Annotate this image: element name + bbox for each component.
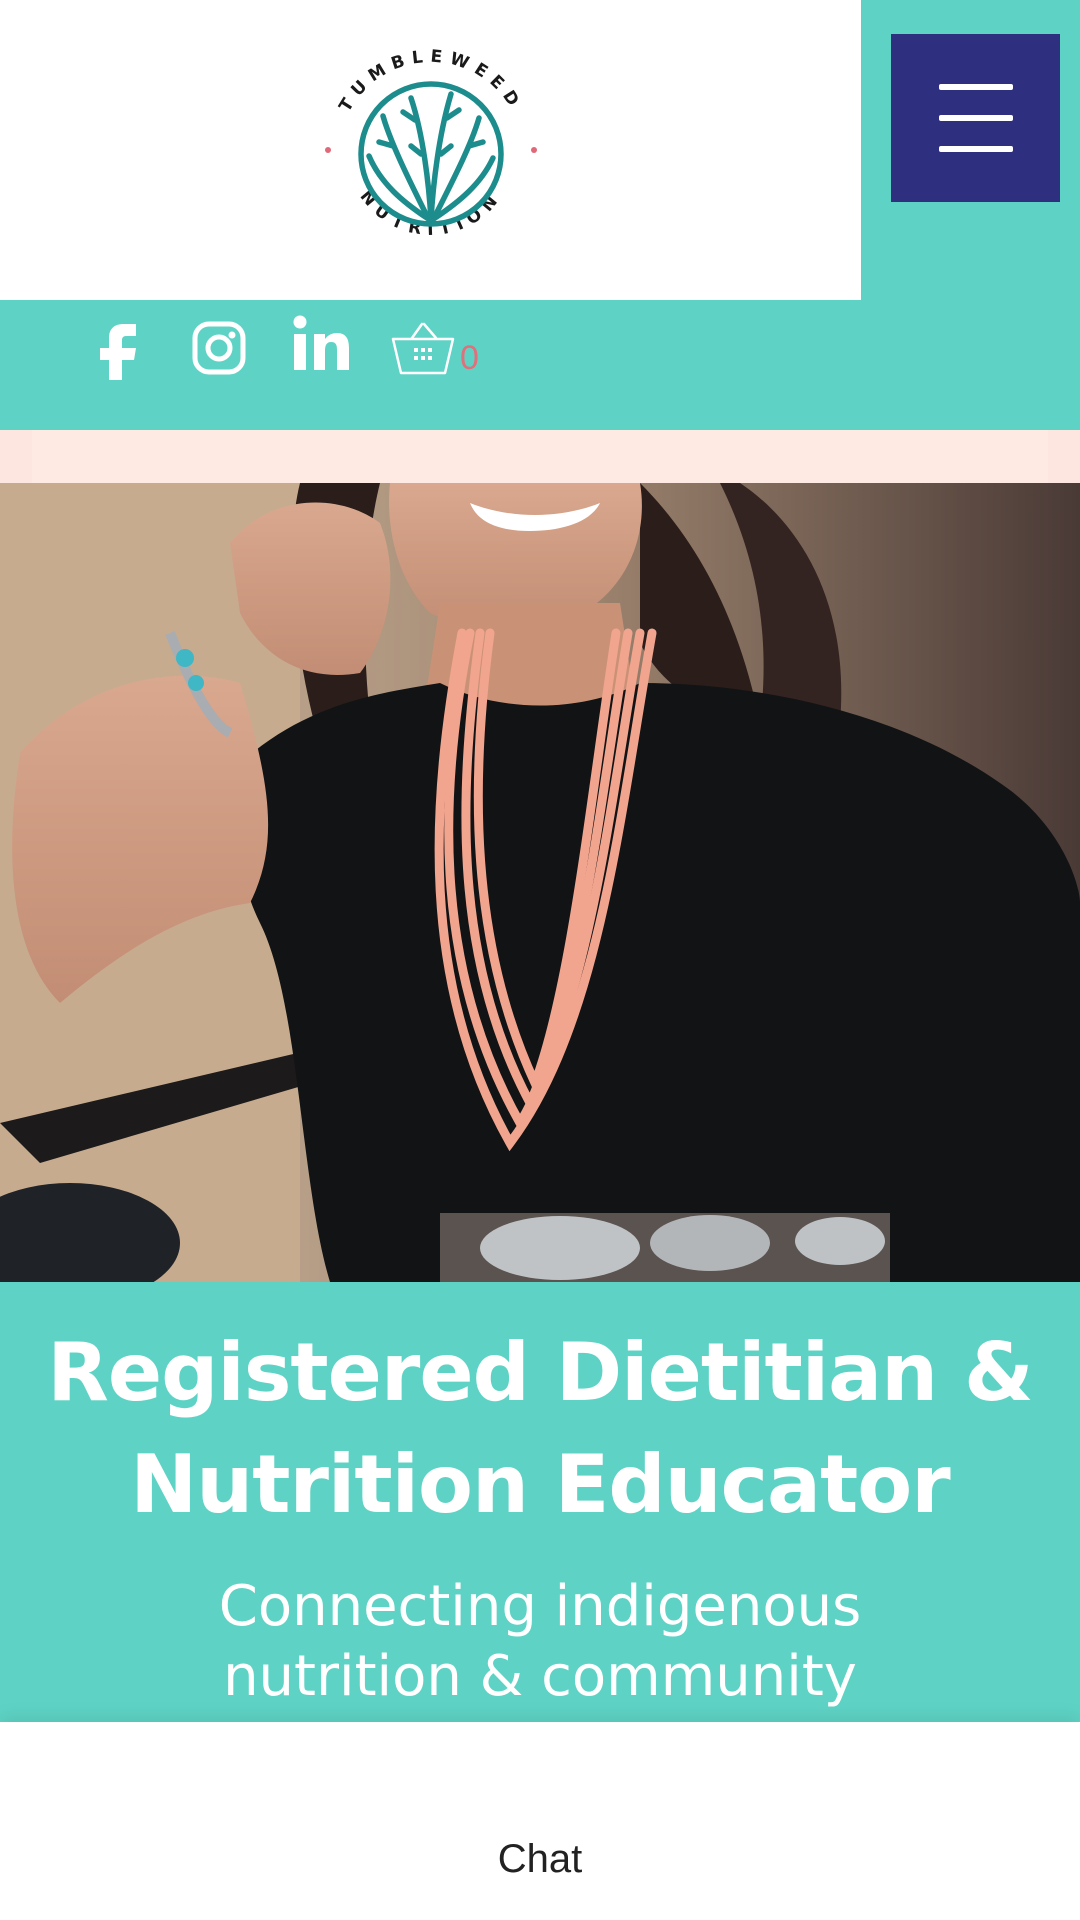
hero-photo-illustration — [0, 483, 1080, 1282]
linkedin-icon[interactable] — [292, 314, 350, 372]
instagram-icon[interactable] — [192, 321, 246, 375]
subheading: Connecting indigenous nutrition & commun… — [60, 1572, 1020, 1712]
hero-photo — [0, 483, 1080, 1282]
subhead-line-2: nutrition & community — [223, 1644, 857, 1709]
social-bar — [0, 300, 1080, 430]
shopping-basket-icon — [391, 322, 455, 375]
menu-button[interactable] — [891, 34, 1060, 202]
cart-button[interactable]: 0 — [390, 318, 479, 378]
chat-button[interactable]: Chat — [0, 1837, 1080, 1882]
chat-bar: Chat — [0, 1722, 1080, 1920]
announcement-strip — [0, 430, 1080, 483]
logo-panel: TUMBLEWEED NUTRITION — [0, 0, 861, 300]
svg-text:TUMBLEWEED: TUMBLEWEED — [335, 47, 526, 116]
headline-line-1: Registered Dietitian & — [47, 1326, 1033, 1419]
subhead-line-1: Connecting indigenous — [218, 1574, 862, 1639]
page-title: Registered Dietitian & Nutrition Educato… — [40, 1317, 1040, 1541]
logo-top-text: TUMBLEWEED — [335, 47, 519, 116]
headline-line-2: Nutrition Educator — [130, 1438, 950, 1531]
facebook-icon[interactable] — [92, 316, 144, 380]
cart-count: 0 — [460, 339, 479, 377]
hero-text-block: Registered Dietitian & Nutrition Educato… — [0, 1282, 1080, 1722]
tumbleweed-nutrition-logo[interactable]: TUMBLEWEED NUTRITION — [311, 34, 551, 264]
tumbleweed-icon — [358, 81, 504, 227]
